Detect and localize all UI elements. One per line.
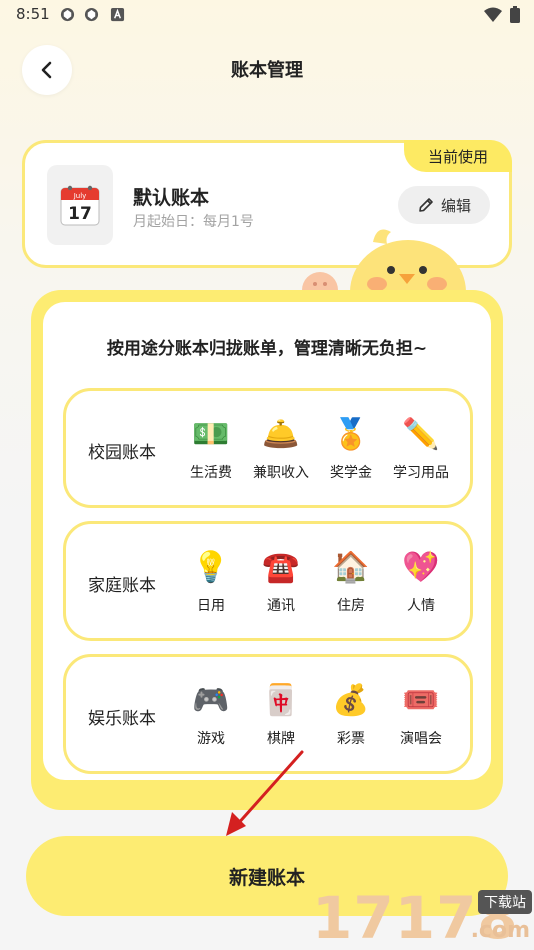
category-item: 🎟️ 演唱会 (386, 682, 456, 748)
calendar-icon: July 17 (60, 185, 100, 226)
watermark-tag: 下载站 (478, 890, 532, 914)
status-bar: 8:51 (0, 0, 534, 30)
house-icon: 🏠 (332, 550, 370, 585)
gamepad-icon: 🎮 (192, 683, 230, 718)
status-right (484, 6, 520, 23)
book-templates-inner: 按用途分账本归拢账单，管理清晰无负担~ 校园账本 💵 生活费 🛎️ 兼职收入 🏅 奖学… (43, 302, 491, 780)
book-name: 默认账本 (133, 187, 210, 209)
medal-icon: 🏅 (332, 417, 370, 452)
panel-heading: 按用途分账本归拢账单，管理清晰无负担~ (106, 339, 428, 359)
watermark: 17178 下载站 .com (312, 882, 534, 950)
app-icon (60, 7, 75, 22)
book-templates-panel: 按用途分账本归拢账单，管理清晰无负担~ 校园账本 💵 生活费 🛎️ 兼职收入 🏅 奖学… (31, 290, 503, 810)
page-title: 账本管理 (231, 60, 303, 81)
group-name: 家庭账本 (88, 576, 156, 596)
category-label: 通讯 (267, 598, 295, 614)
group-name: 校园账本 (88, 443, 156, 463)
wifi-icon (484, 7, 502, 22)
category-item: ✏️ 学习用品 (386, 416, 456, 482)
category-item: 💵 生活费 (176, 416, 246, 482)
category-label: 日用 (197, 598, 225, 614)
category-label: 住房 (337, 598, 365, 614)
calendar-month: July (73, 192, 87, 200)
pencil-icon: ✏️ (402, 417, 440, 452)
mahjong-icon: 🀄 (262, 683, 300, 718)
telephone-icon: ☎️ (262, 550, 300, 585)
category-item: 🀄 棋牌 (246, 682, 316, 748)
bell-icon: 🛎️ (262, 417, 300, 452)
category-label: 生活费 (190, 465, 232, 481)
category-label: 奖学金 (330, 465, 372, 481)
category-label: 演唱会 (400, 731, 442, 747)
status-time: 8:51 (16, 5, 50, 23)
category-label: 学习用品 (393, 465, 449, 481)
money-icon: 💵 (192, 417, 230, 452)
group-entertainment-book[interactable]: 娱乐账本 🎮 游戏 🀄 棋牌 💰 彩票 🎟️ 演唱会 (63, 654, 473, 774)
watermark-domain: .com (470, 918, 530, 943)
edit-label: 编辑 (440, 196, 471, 215)
edit-button[interactable]: 编辑 (398, 186, 490, 224)
category-item: 🛎️ 兼职收入 (246, 416, 316, 482)
category-item: 💰 彩票 (316, 682, 386, 748)
category-label: 人情 (407, 598, 435, 614)
category-item: 💡 日用 (176, 549, 246, 615)
group-campus-book[interactable]: 校园账本 💵 生活费 🛎️ 兼职收入 🏅 奖学金 ✏️ 学习用品 (63, 388, 473, 508)
pencil-icon (419, 198, 433, 212)
category-label: 棋牌 (267, 731, 295, 747)
app-icon (84, 7, 99, 22)
a-icon (110, 7, 125, 22)
category-item: 🎮 游戏 (176, 682, 246, 748)
current-badge: 当前使用 (404, 140, 512, 172)
category-item: 🏠 住房 (316, 549, 386, 615)
battery-icon (510, 6, 520, 23)
calendar-day: 17 (68, 204, 92, 224)
ticket-icon: 🎟️ (402, 683, 440, 718)
book-start-day: 月起始日：每月1号 (133, 214, 254, 230)
category-label: 彩票 (337, 731, 365, 747)
category-item: 🏅 奖学金 (316, 416, 386, 482)
category-label: 兼职收入 (253, 465, 309, 481)
heart-icon: 💖 (402, 550, 440, 585)
group-family-book[interactable]: 家庭账本 💡 日用 ☎️ 通讯 🏠 住房 💖 人情 (63, 521, 473, 641)
group-name: 娱乐账本 (88, 709, 156, 729)
category-label: 游戏 (197, 731, 225, 747)
book-icon: July 17 (47, 165, 113, 245)
category-item: 💖 人情 (386, 549, 456, 615)
money-bag-icon: 💰 (332, 683, 370, 718)
category-item: ☎️ 通讯 (246, 549, 316, 615)
bulb-icon: 💡 (192, 550, 230, 585)
